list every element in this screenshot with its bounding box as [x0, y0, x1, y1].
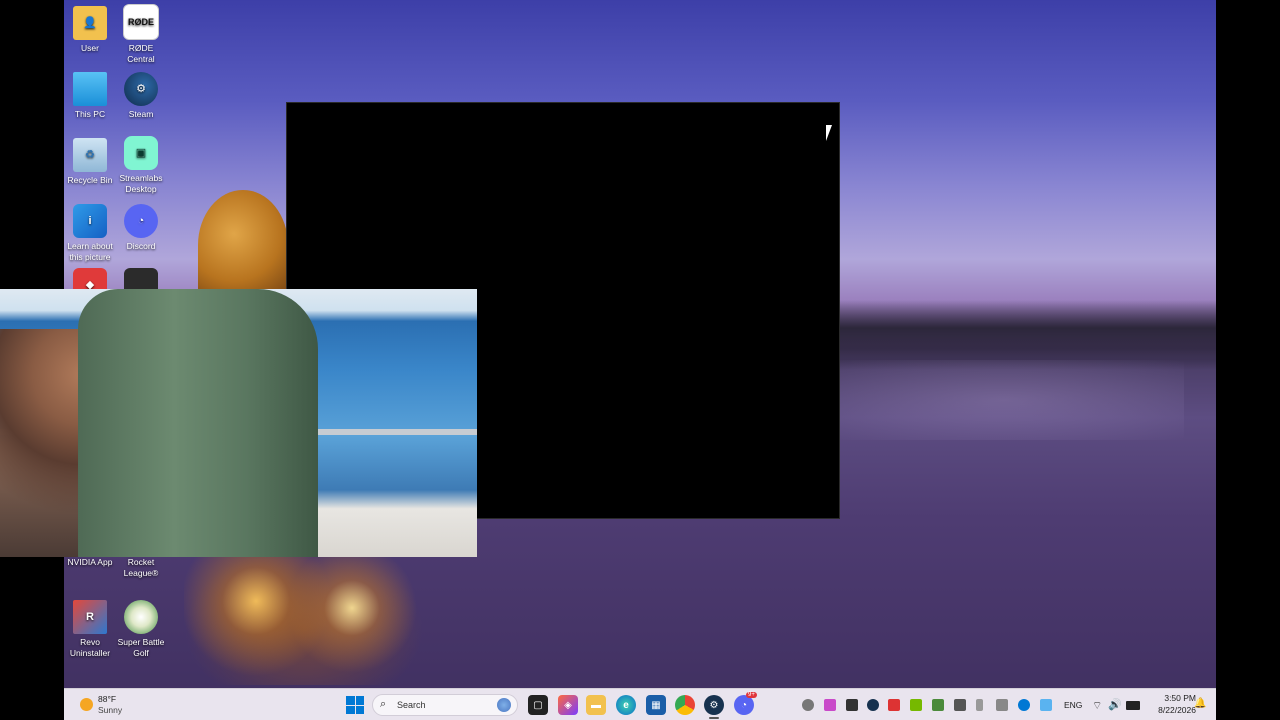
temple-dome — [198, 190, 288, 300]
app-icon: ◆ — [73, 268, 107, 290]
desktop-icon-nvidia[interactable]: NVIDIA App — [64, 557, 116, 568]
desktop-icon-rocket-league[interactable]: Rocket League® — [115, 557, 167, 579]
game-icon — [124, 268, 158, 290]
search-placeholder: Search — [397, 700, 426, 710]
language-indicator[interactable]: ENG — [1064, 700, 1082, 710]
desktop-icon-revo[interactable]: R Revo Uninstaller — [64, 600, 116, 659]
video-overlay — [0, 289, 477, 557]
file-explorer-icon[interactable]: ▬ — [586, 695, 606, 715]
monitor-icon — [73, 72, 107, 106]
desktop-icon-learn-picture[interactable]: i Learn about this picture — [64, 204, 116, 263]
windows-logo-icon — [346, 696, 355, 705]
desktop-icon-partial[interactable]: ◆ — [64, 268, 116, 290]
copilot-icon[interactable]: ◈ — [558, 695, 578, 715]
volume-icon[interactable]: 🔊 — [1108, 698, 1122, 711]
steam-icon: ⚙ — [124, 72, 158, 106]
taskbar: 88°F Sunny ⌕ Search ▢ ◈ ▬ e ▦ ⚙ ◔ 9+ ENG… — [64, 688, 1216, 720]
tray-nvidia-icon[interactable] — [910, 699, 922, 711]
tray-camera-icon[interactable] — [846, 699, 858, 711]
store-icon[interactable]: ▦ — [646, 695, 666, 715]
discord-icon: ◔ — [124, 204, 158, 238]
notification-badge: 9+ — [746, 692, 757, 698]
tray-app-icon[interactable] — [824, 699, 836, 711]
desktop-icon-discord[interactable]: ◔ Discord — [115, 204, 167, 252]
chrome-icon[interactable] — [675, 695, 695, 715]
sun-icon — [80, 698, 93, 711]
clock-time: 3:50 PM — [1164, 693, 1196, 703]
tray-usb-icon[interactable] — [976, 699, 983, 711]
desktop-icon-user[interactable]: 👤 User — [64, 6, 116, 54]
mouse-cursor — [826, 125, 838, 141]
desktop-icon-rode-central[interactable]: RØDE RØDE Central — [115, 4, 167, 65]
tray-chevron-icon[interactable] — [802, 699, 814, 711]
tray-app-blue-icon[interactable] — [1040, 699, 1052, 711]
steam-taskbar-icon[interactable]: ⚙ — [704, 695, 724, 715]
desktop-icon-recycle-bin[interactable]: ♻ Recycle Bin — [64, 138, 116, 186]
revo-uninstaller-icon: R — [73, 600, 107, 634]
tray-printer-icon[interactable] — [996, 699, 1008, 711]
tray-app-red-icon[interactable] — [888, 699, 900, 711]
info-picture-icon: i — [73, 204, 107, 238]
task-view-icon[interactable]: ▢ — [528, 695, 548, 715]
steam-active-indicator — [709, 717, 719, 719]
person-green-jacket — [78, 289, 318, 557]
battery-icon[interactable] — [1126, 701, 1140, 710]
recycle-bin-icon: ♻ — [73, 138, 107, 172]
search-icon: ⌕ — [380, 698, 387, 710]
rode-central-icon: RØDE — [123, 4, 159, 40]
weather-condition: Sunny — [98, 705, 123, 715]
clock-date: 8/22/2026 — [1158, 705, 1196, 715]
tray-steam-icon[interactable] — [867, 699, 879, 711]
discord-taskbar-icon[interactable]: ◔ — [734, 695, 754, 715]
search-highlight-icon — [497, 698, 511, 712]
desktop-icon-this-pc[interactable]: This PC — [64, 72, 116, 120]
weather-widget[interactable]: 88°F Sunny — [76, 694, 146, 716]
golf-icon — [124, 600, 158, 634]
clock[interactable]: 3:50 PM 8/22/2026 — [1146, 693, 1196, 715]
desktop-icon-golf[interactable]: Super Battle Golf — [115, 600, 167, 659]
start-button[interactable] — [346, 696, 364, 714]
tray-app-dark-icon[interactable] — [954, 699, 966, 711]
lamps-glow — [184, 545, 424, 685]
tray-app-green-icon[interactable] — [932, 699, 944, 711]
bluetooth-icon[interactable] — [1018, 699, 1030, 711]
notifications-icon[interactable]: 🔔 — [1194, 698, 1206, 709]
desktop-icon-streamlabs[interactable]: ▣ Streamlabs Desktop — [115, 136, 167, 195]
folder-icon: 👤 — [73, 6, 107, 40]
search-box[interactable]: ⌕ Search — [372, 694, 518, 716]
desktop-icon-steam[interactable]: ⚙ Steam — [115, 72, 167, 120]
desktop-icon-partial-2[interactable] — [115, 268, 167, 290]
edge-icon[interactable]: e — [616, 695, 636, 715]
streamlabs-icon: ▣ — [124, 136, 158, 170]
water-reflection — [824, 360, 1184, 440]
weather-temp: 88°F — [98, 694, 117, 704]
wifi-icon[interactable]: ⌔ — [1092, 699, 1102, 713]
